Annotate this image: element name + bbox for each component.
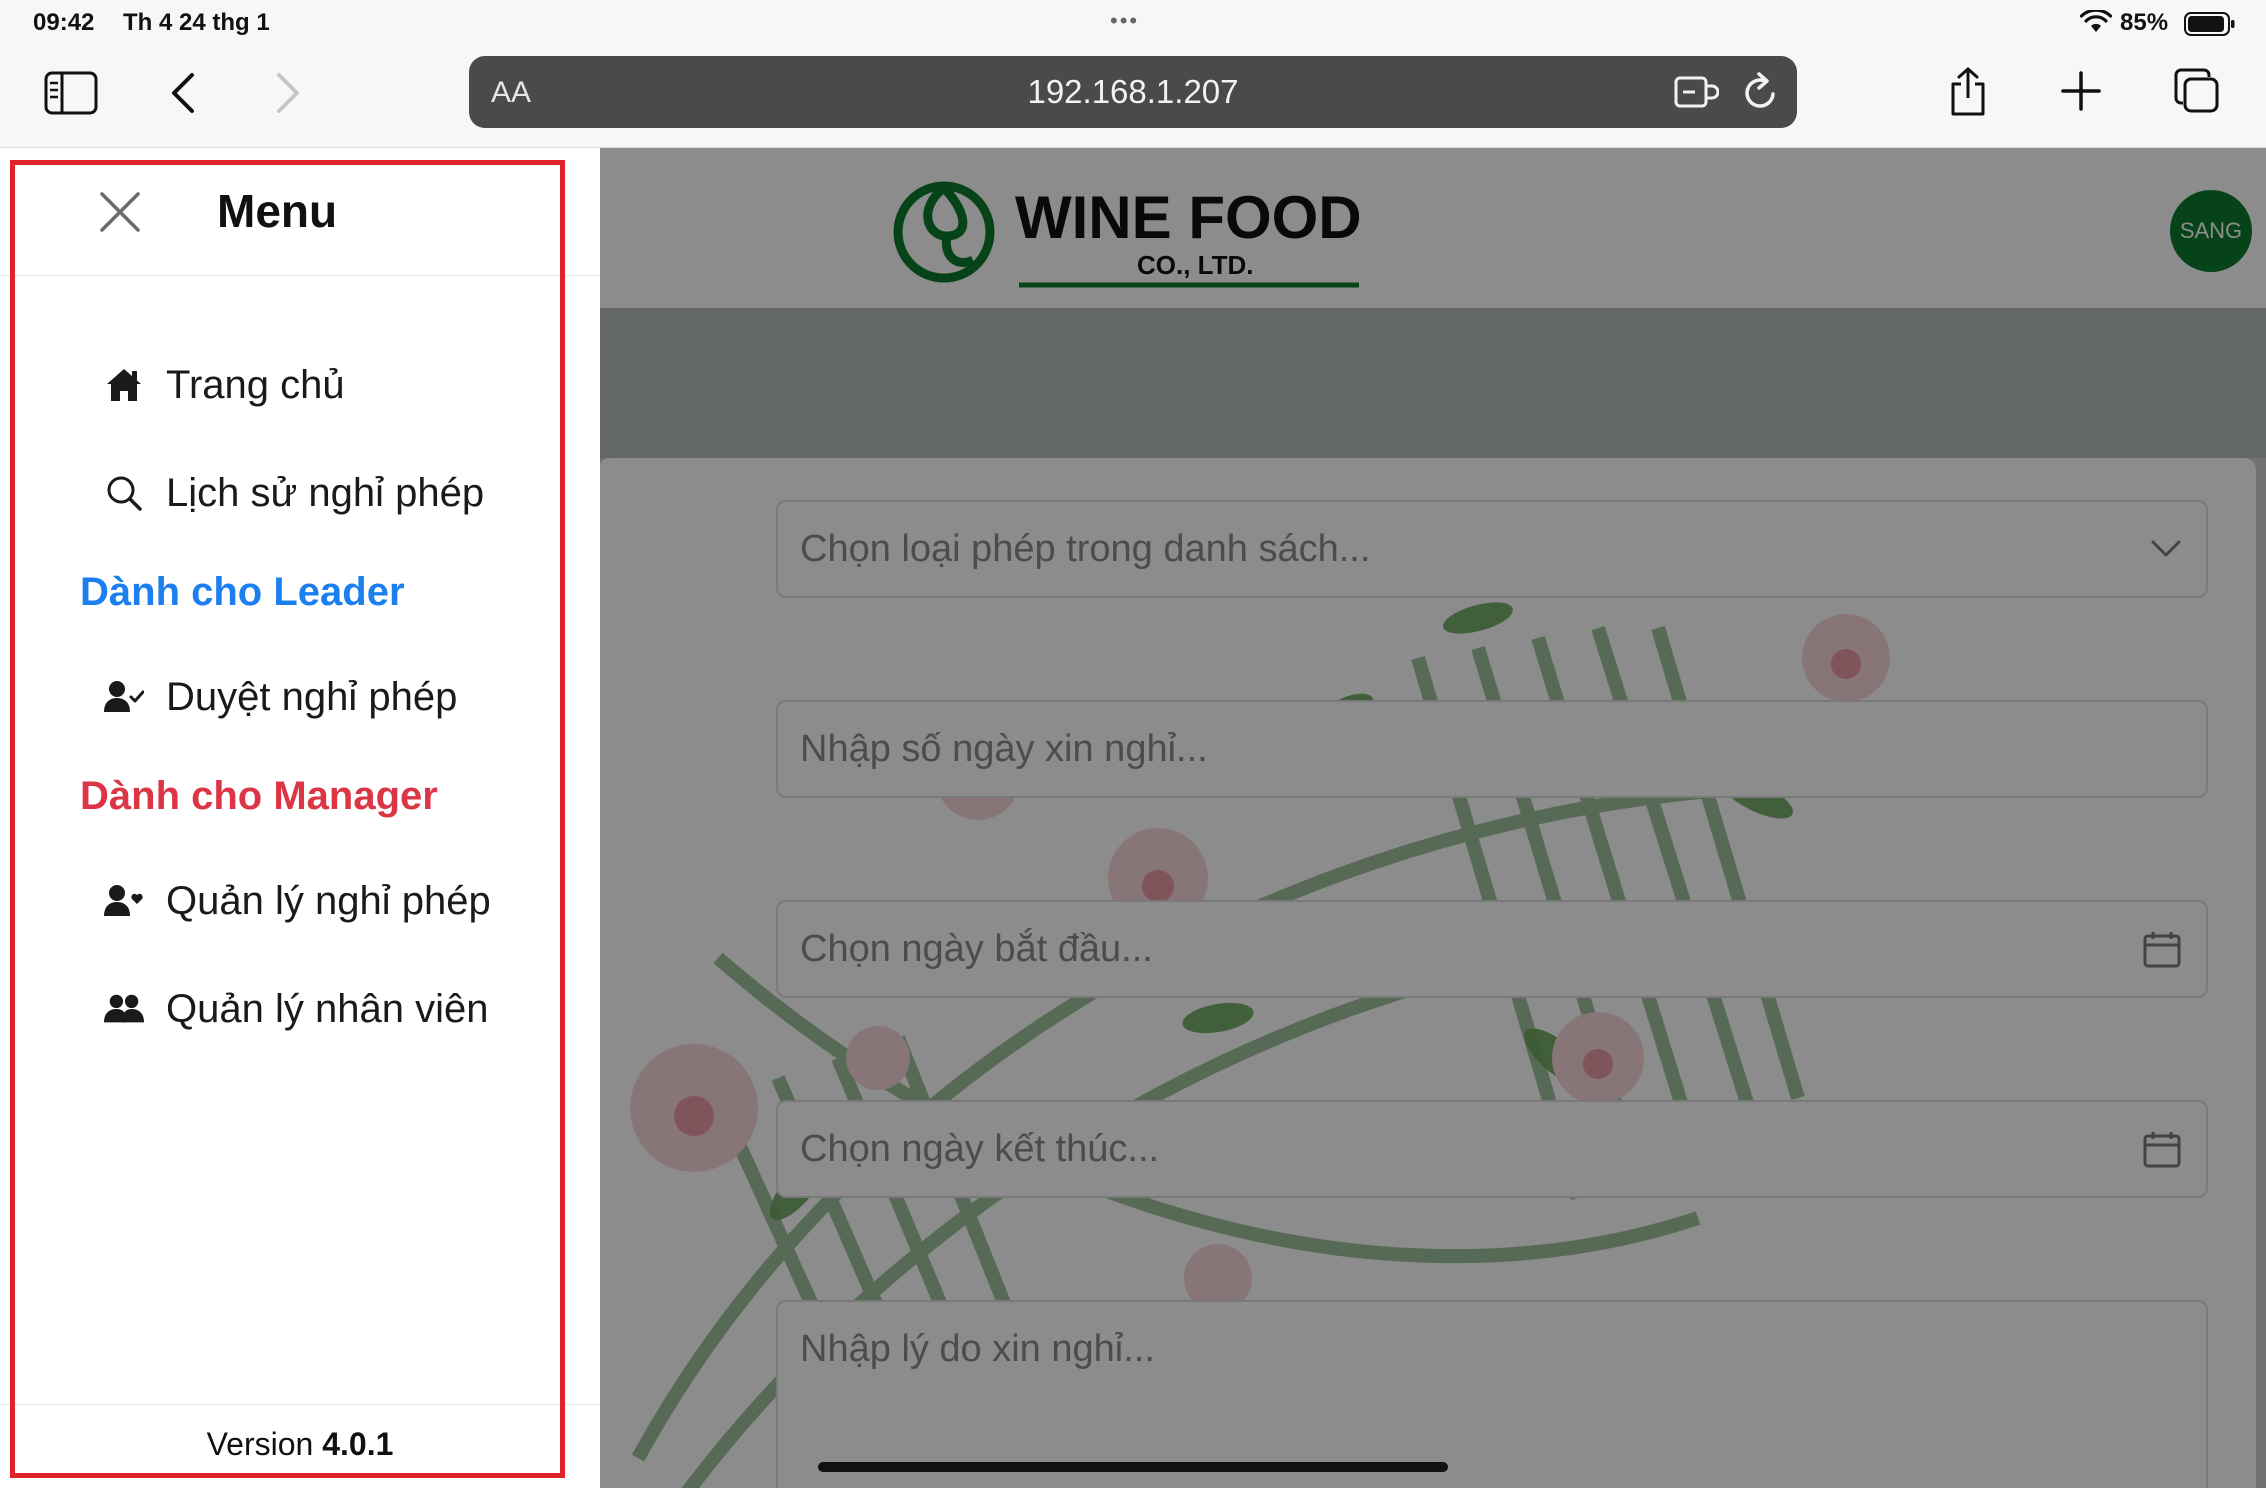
new-tab-button[interactable] bbox=[2058, 68, 2104, 114]
url-text[interactable]: 192.168.1.207 bbox=[469, 73, 1797, 111]
reload-icon[interactable] bbox=[1741, 70, 1781, 114]
address-bar[interactable]: AA 192.168.1.207 bbox=[469, 56, 1797, 128]
forward-button[interactable] bbox=[268, 70, 308, 116]
chevron-left-icon bbox=[172, 73, 194, 113]
sidebar-icon bbox=[44, 71, 98, 115]
chevron-right-icon bbox=[277, 73, 299, 113]
share-icon bbox=[1951, 67, 1985, 116]
menu-highlight-frame bbox=[10, 160, 565, 1478]
plus-icon bbox=[2061, 71, 2101, 111]
sidebar-toggle-button[interactable] bbox=[42, 68, 100, 118]
extension-icon[interactable] bbox=[1673, 72, 1719, 112]
side-menu: Menu Trang chủ Lịch sử nghỉ phép Dành ch… bbox=[0, 148, 600, 1488]
share-button[interactable] bbox=[1940, 62, 1996, 122]
back-button[interactable] bbox=[163, 70, 203, 116]
battery-percent: 85% bbox=[2120, 9, 2169, 36]
status-time: 09:42 bbox=[33, 9, 95, 36]
battery-icon bbox=[2184, 12, 2235, 36]
tabs-icon bbox=[2174, 68, 2219, 113]
browser-toolbar: AA 192.168.1.207 bbox=[0, 48, 2266, 148]
multitasking-dots-icon[interactable]: ••• bbox=[1110, 8, 1139, 34]
status-date: Th 4 24 thg 1 bbox=[123, 9, 270, 36]
wifi-icon bbox=[2080, 10, 2112, 32]
tabs-overview-button[interactable] bbox=[2172, 66, 2222, 116]
home-indicator[interactable] bbox=[818, 1462, 1448, 1472]
status-bar: 09:42 Th 4 24 thg 1 ••• 85% bbox=[0, 0, 2266, 48]
